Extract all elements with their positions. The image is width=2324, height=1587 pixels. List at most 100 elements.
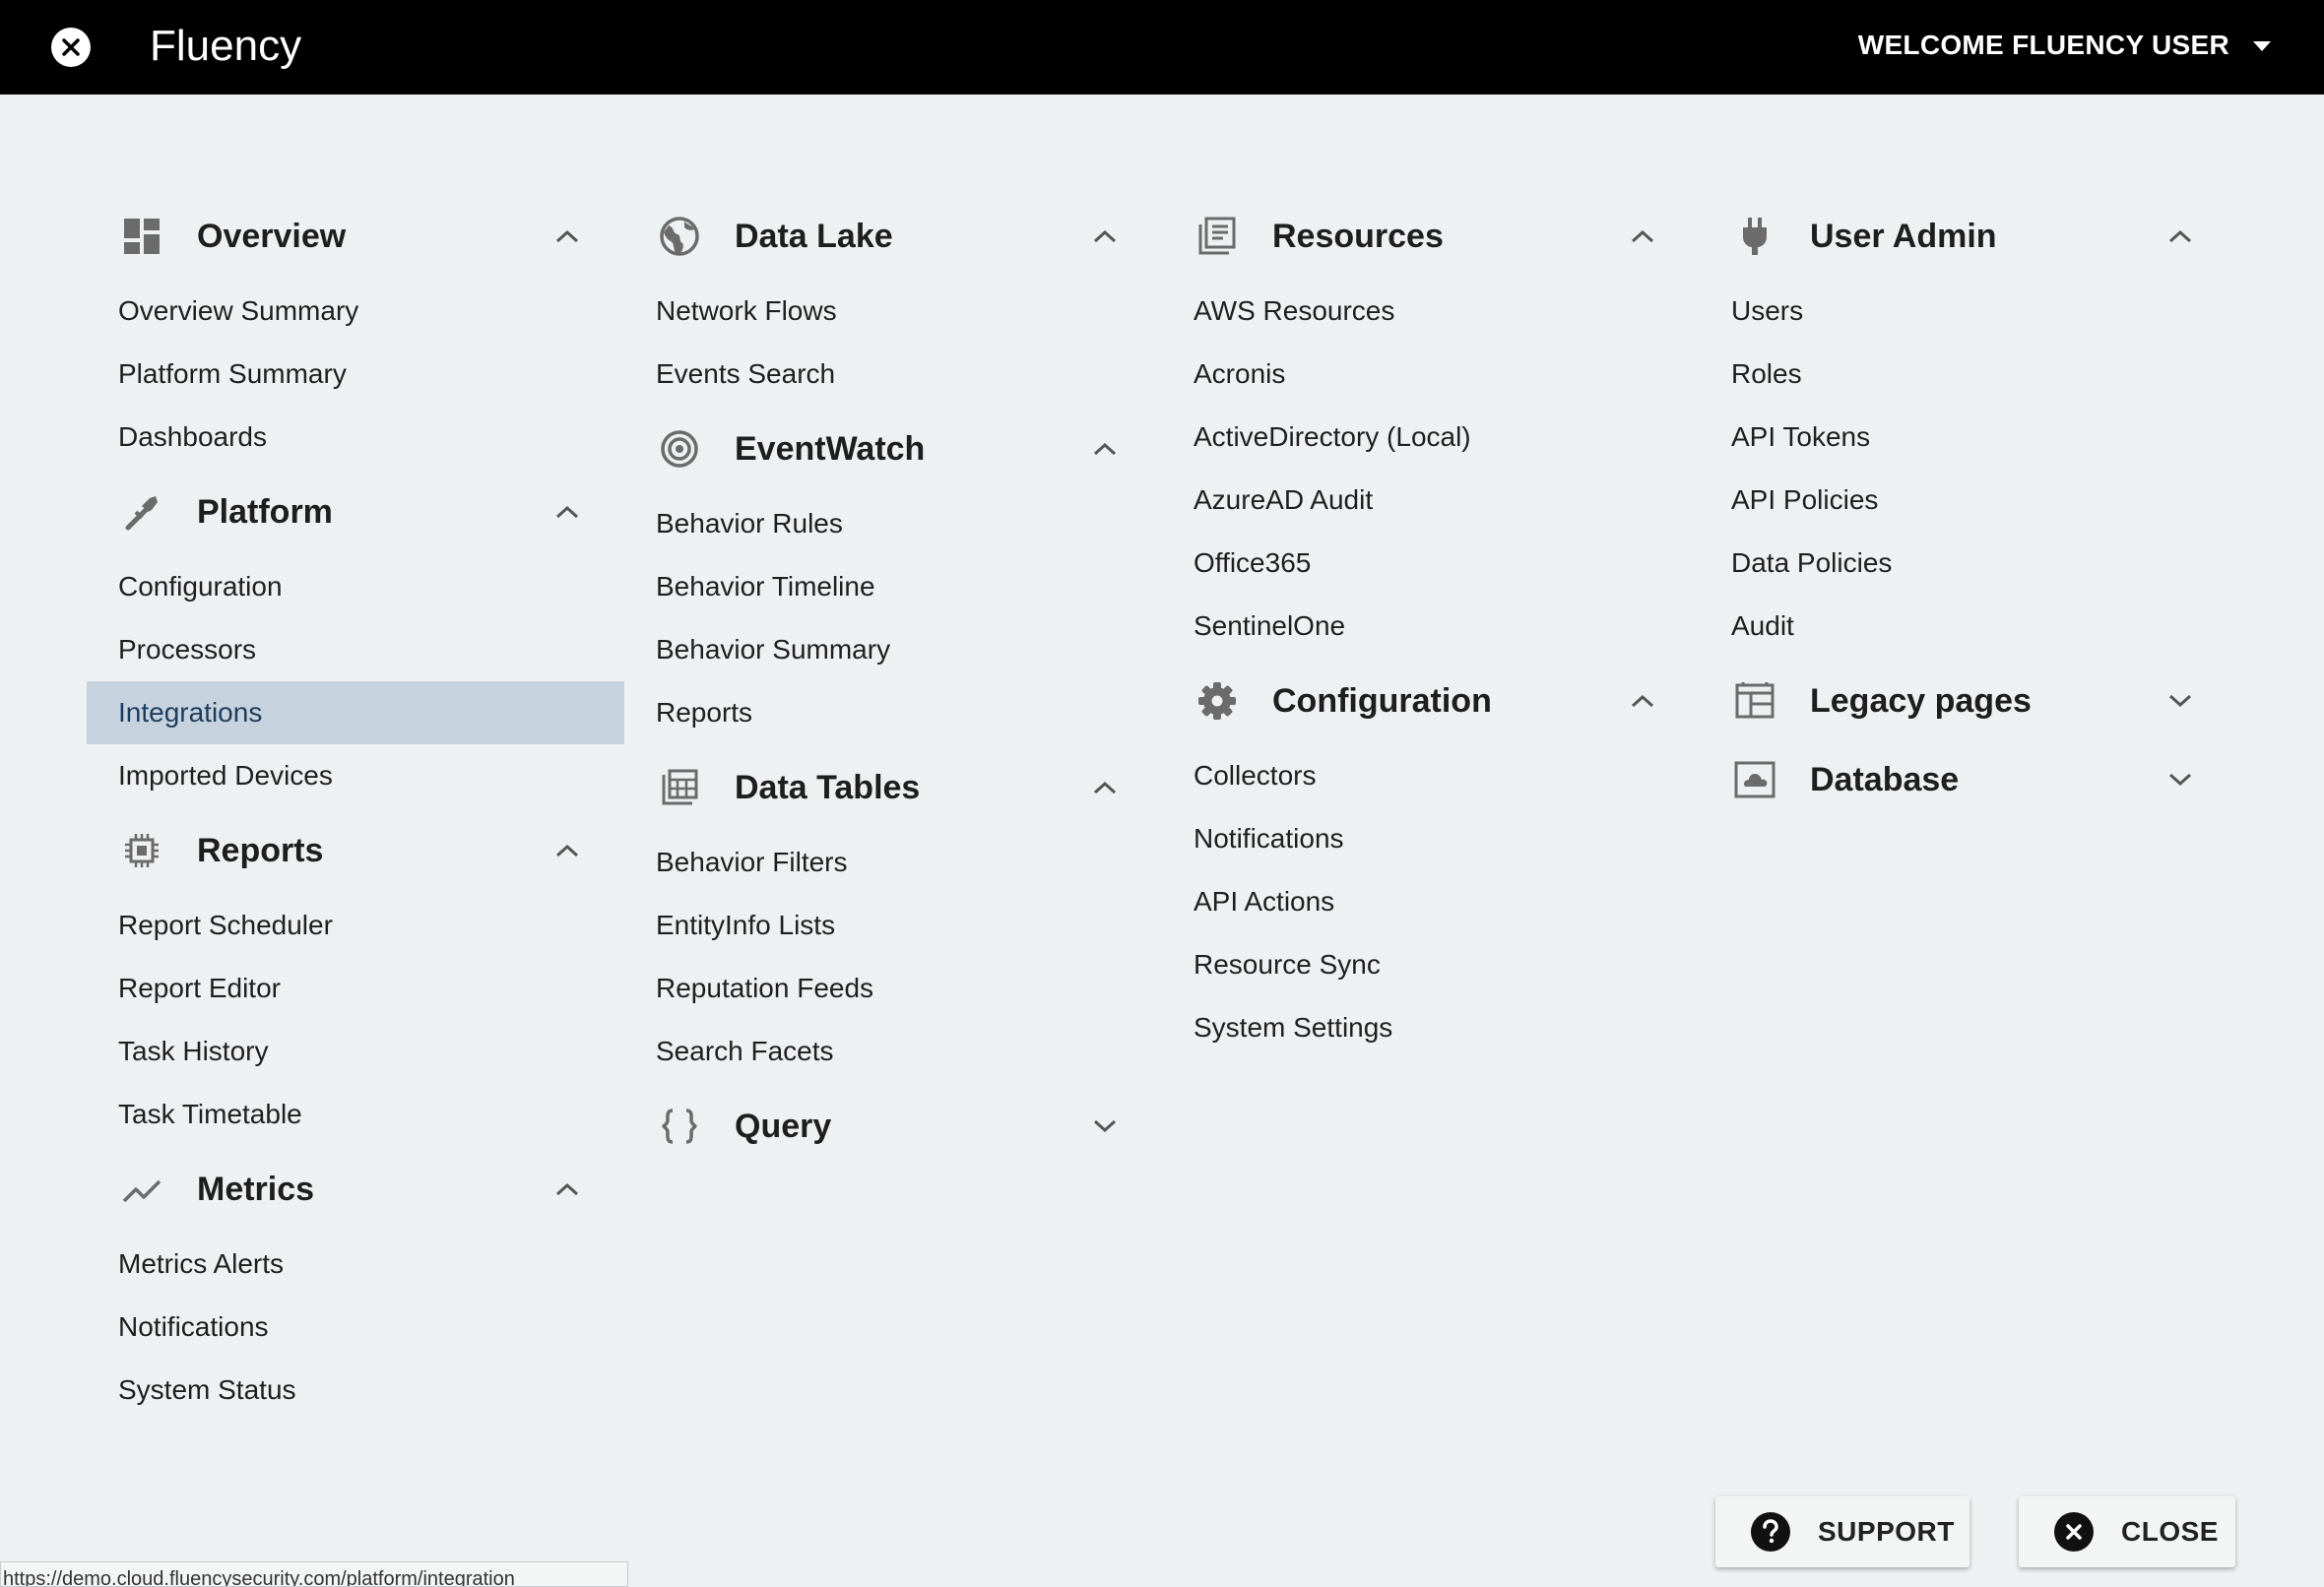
section-title: Platform — [197, 492, 333, 531]
chevron-down-icon[interactable] — [2163, 683, 2198, 719]
status-bar-url: https://demo.cloud.fluencysecurity.com/p… — [0, 1561, 628, 1587]
section-user-admin[interactable]: User Admin — [1700, 193, 2237, 280]
menu-item-network-flows[interactable]: Network Flows — [624, 280, 1162, 343]
menu-item-platform-summary[interactable]: Platform Summary — [87, 343, 624, 406]
menu-item-api-policies[interactable]: API Policies — [1700, 469, 2237, 532]
chevron-down-icon[interactable] — [2163, 762, 2198, 797]
menu-item-report-editor[interactable]: Report Editor — [87, 957, 624, 1020]
menu-column-1: Overview Overview Summary Platform Summa… — [87, 193, 624, 1422]
section-data-tables[interactable]: Data Tables — [624, 744, 1162, 831]
section-eventwatch[interactable]: EventWatch — [624, 406, 1162, 492]
section-metrics[interactable]: Metrics — [87, 1146, 624, 1233]
close-icon — [2054, 1512, 2094, 1552]
section-title: Configuration — [1272, 681, 1492, 720]
menu-item-imported-devices[interactable]: Imported Devices — [87, 744, 624, 807]
section-title: User Admin — [1810, 217, 1997, 255]
section-overview[interactable]: Overview — [87, 193, 624, 280]
chevron-up-icon[interactable] — [1087, 219, 1123, 254]
menu-column-2: Data Lake Network Flows Events Search Ev… — [624, 193, 1162, 1170]
section-platform[interactable]: Platform — [87, 469, 624, 555]
chevron-up-icon[interactable] — [1087, 431, 1123, 467]
web-layout-icon — [1731, 677, 1778, 725]
menu-item-behavior-timeline[interactable]: Behavior Timeline — [624, 555, 1162, 618]
menu-item-roles[interactable]: Roles — [1700, 343, 2237, 406]
menu-item-activedirectory-local[interactable]: ActiveDirectory (Local) — [1162, 406, 1700, 469]
section-title: Resources — [1272, 217, 1444, 255]
menu-item-search-facets[interactable]: Search Facets — [624, 1020, 1162, 1083]
help-icon — [1751, 1512, 1790, 1552]
chevron-up-icon[interactable] — [1625, 219, 1660, 254]
menu-item-task-history[interactable]: Task History — [87, 1020, 624, 1083]
menu-item-behavior-filters[interactable]: Behavior Filters — [624, 831, 1162, 894]
target-icon — [656, 425, 703, 473]
section-resources[interactable]: Resources — [1162, 193, 1700, 280]
menu-item-api-actions[interactable]: API Actions — [1162, 870, 1700, 933]
section-configuration[interactable]: Configuration — [1162, 658, 1700, 744]
menu-item-office365[interactable]: Office365 — [1162, 532, 1700, 595]
menu-item-entityinfo-lists[interactable]: EntityInfo Lists — [624, 894, 1162, 957]
section-title: Overview — [197, 217, 347, 255]
menu-item-reports[interactable]: Reports — [624, 681, 1162, 744]
welcome-label: WELCOME FLUENCY USER — [1857, 30, 2229, 60]
menu-item-data-policies[interactable]: Data Policies — [1700, 532, 2237, 595]
close-icon — [62, 38, 80, 56]
menu-column-4: User Admin Users Roles API Tokens API Po… — [1700, 193, 2237, 823]
caret-down-icon — [2253, 41, 2271, 51]
section-legacy-pages[interactable]: Legacy pages — [1700, 658, 2237, 744]
section-database[interactable]: Database — [1700, 736, 2237, 823]
chevron-up-icon[interactable] — [2163, 219, 2198, 254]
section-title: Legacy pages — [1810, 681, 2032, 720]
library-books-icon — [1194, 213, 1241, 260]
menu-item-dashboards[interactable]: Dashboards — [87, 406, 624, 469]
menu-item-task-timetable[interactable]: Task Timetable — [87, 1083, 624, 1146]
wrench-icon — [118, 488, 165, 536]
top-bar: Fluency WELCOME FLUENCY USER — [0, 0, 2324, 95]
menu-item-users[interactable]: Users — [1700, 280, 2237, 343]
menu-item-behavior-summary[interactable]: Behavior Summary — [624, 618, 1162, 681]
menu-item-system-settings[interactable]: System Settings — [1162, 996, 1700, 1059]
section-title: Query — [735, 1107, 832, 1145]
menu-item-reputation-feeds[interactable]: Reputation Feeds — [624, 957, 1162, 1020]
support-button[interactable]: SUPPORT — [1715, 1496, 1969, 1567]
menu-item-events-search[interactable]: Events Search — [624, 343, 1162, 406]
menu-item-audit[interactable]: Audit — [1700, 595, 2237, 658]
menu-item-acronis[interactable]: Acronis — [1162, 343, 1700, 406]
close-menu-button[interactable] — [51, 28, 91, 67]
chevron-down-icon[interactable] — [1087, 1109, 1123, 1144]
menu-item-configuration[interactable]: Configuration — [87, 555, 624, 618]
menu-item-report-scheduler[interactable]: Report Scheduler — [87, 894, 624, 957]
menu-item-notifications[interactable]: Notifications — [1162, 807, 1700, 870]
section-title: EventWatch — [735, 429, 926, 468]
table-stack-icon — [656, 764, 703, 811]
section-reports[interactable]: Reports — [87, 807, 624, 894]
menu-item-overview-summary[interactable]: Overview Summary — [87, 280, 624, 343]
menu-item-api-tokens[interactable]: API Tokens — [1700, 406, 2237, 469]
menu-item-collectors[interactable]: Collectors — [1162, 744, 1700, 807]
chevron-up-icon[interactable] — [1087, 770, 1123, 805]
chevron-up-icon[interactable] — [549, 1172, 585, 1207]
section-data-lake[interactable]: Data Lake — [624, 193, 1162, 280]
chevron-up-icon[interactable] — [549, 219, 585, 254]
chevron-up-icon[interactable] — [1625, 683, 1660, 719]
section-query[interactable]: Query — [624, 1083, 1162, 1170]
braces-icon — [656, 1103, 703, 1150]
menu-item-behavior-rules[interactable]: Behavior Rules — [624, 492, 1162, 555]
close-button[interactable]: CLOSE — [2019, 1496, 2235, 1567]
menu-item-metrics-alerts[interactable]: Metrics Alerts — [87, 1233, 624, 1296]
menu-item-azuread-audit[interactable]: AzureAD Audit — [1162, 469, 1700, 532]
menu-item-system-status[interactable]: System Status — [87, 1359, 624, 1422]
menu-item-aws-resources[interactable]: AWS Resources — [1162, 280, 1700, 343]
chevron-up-icon[interactable] — [549, 833, 585, 868]
section-title: Reports — [197, 831, 324, 869]
menu-item-notifications[interactable]: Notifications — [87, 1296, 624, 1359]
menu-item-sentinelone[interactable]: SentinelOne — [1162, 595, 1700, 658]
support-label: SUPPORT — [1818, 1516, 1955, 1547]
menu-item-integrations[interactable]: Integrations — [87, 681, 624, 744]
menu-item-resource-sync[interactable]: Resource Sync — [1162, 933, 1700, 996]
close-label: CLOSE — [2121, 1516, 2219, 1547]
section-title: Data Lake — [735, 217, 893, 255]
menu-column-3: Resources AWS Resources Acronis ActiveDi… — [1162, 193, 1700, 1059]
user-menu-button[interactable]: WELCOME FLUENCY USER — [1858, 26, 2271, 65]
chevron-up-icon[interactable] — [549, 494, 585, 530]
menu-item-processors[interactable]: Processors — [87, 618, 624, 681]
